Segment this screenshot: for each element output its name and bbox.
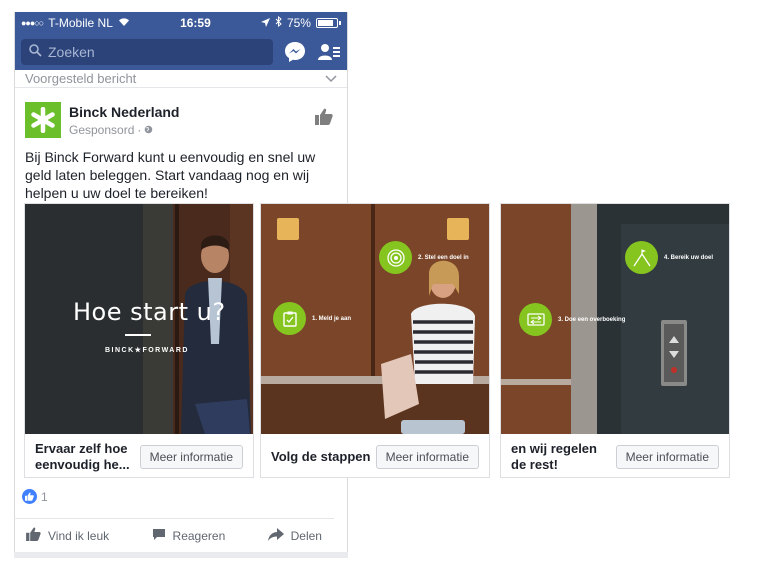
wifi-icon	[118, 16, 130, 30]
step-label: 1. Meld je aan	[312, 315, 352, 322]
card-overlay-brand: BINCK★FORWARD	[105, 347, 189, 354]
signal-strength: ●●●○○	[21, 18, 44, 28]
card-headline[interactable]: Volg de stappen	[271, 449, 371, 465]
share-arrow-icon	[267, 527, 284, 544]
step-label: 4. Bereik uw doel	[664, 254, 714, 261]
card-footer: Volg de stappen Meer informatie	[261, 434, 489, 477]
card-headline[interactable]: Ervaar zelf hoe eenvoudig he...	[35, 441, 135, 473]
separator-dot: ·	[137, 123, 142, 137]
carrier-name: T-Mobile NL	[48, 16, 113, 30]
search-box[interactable]	[21, 39, 273, 65]
card-footer: en wij regelen de rest! Meer informatie	[501, 434, 729, 477]
comment-label: Reageren	[172, 528, 226, 543]
status-bar: ●●●○○ T-Mobile NL 16:59 75%	[15, 12, 347, 34]
clipboard-icon	[273, 302, 306, 335]
status-time: 16:59	[180, 16, 211, 30]
step-label: 2. Stel een doel in	[418, 254, 469, 261]
top-nav-bar	[15, 34, 347, 70]
chevron-down-icon[interactable]	[325, 71, 337, 86]
learn-more-button[interactable]: Meer informatie	[139, 444, 243, 469]
suggested-label: Voorgesteld bericht	[25, 71, 137, 86]
card-image-elevator-woman[interactable]: 1. Meld je aan 2. Stel een doel in	[261, 204, 489, 434]
share-button[interactable]: Delen	[267, 527, 322, 544]
post-text: Bij Binck Forward kunt u eenvoudig en sn…	[25, 149, 316, 201]
post-action-bar: Vind ik leuk Reageren Delen	[14, 518, 334, 552]
carousel-card-1[interactable]: Hoe start u? BINCK★FORWARD Ervaar zelf h…	[24, 203, 254, 478]
comment-bubble-icon	[152, 528, 166, 544]
post-header: Binck Nederland Gesponsord ·	[15, 88, 347, 138]
card-image-elevator-man[interactable]: Hoe start u? BINCK★FORWARD	[25, 204, 253, 434]
step-label: 3. Doe een overboeking	[558, 316, 626, 323]
bluetooth-icon	[275, 15, 282, 30]
asterisk-logo-icon	[31, 107, 55, 133]
sponsored-label: Gesponsord	[69, 123, 135, 137]
globe-icon	[144, 123, 153, 137]
suggested-post-header: Voorgesteld bericht	[15, 70, 347, 88]
like-label: Vind ik leuk	[48, 528, 110, 543]
like-reaction-icon	[22, 489, 37, 504]
friend-requests-icon[interactable]	[317, 40, 341, 64]
card-image-elevator-panel[interactable]: 3. Doe een overboeking 4. Bereik uw doel	[501, 204, 729, 434]
learn-more-button[interactable]: Meer informatie	[375, 444, 479, 469]
card-overlay-title: Hoe start u?	[73, 298, 226, 326]
carousel-card-2[interactable]: 1. Meld je aan 2. Stel een doel in Volg …	[260, 203, 490, 478]
page-name[interactable]: Binck Nederland	[69, 104, 179, 120]
card-footer: Ervaar zelf hoe eenvoudig he... Meer inf…	[25, 434, 253, 477]
share-label: Delen	[290, 528, 322, 543]
comment-button[interactable]: Reageren	[152, 528, 226, 544]
overlay-divider	[125, 334, 151, 336]
messenger-icon[interactable]	[283, 40, 307, 64]
search-input[interactable]	[48, 44, 248, 60]
like-button[interactable]: Vind ik leuk	[26, 527, 109, 544]
reaction-count: 1	[41, 489, 48, 504]
feed-divider	[14, 552, 348, 558]
summit-flag-icon	[625, 241, 658, 274]
reaction-summary[interactable]: 1	[22, 489, 48, 504]
page-avatar[interactable]	[25, 102, 61, 138]
transfer-icon	[519, 303, 552, 336]
search-icon	[29, 44, 42, 60]
thumbs-up-icon	[26, 527, 41, 544]
card-headline[interactable]: en wij regelen de rest!	[511, 441, 611, 473]
like-page-thumb-icon[interactable]	[315, 108, 333, 130]
battery-percentage: 75%	[286, 16, 311, 30]
learn-more-button[interactable]: Meer informatie	[615, 444, 719, 469]
carousel-card-3[interactable]: 3. Doe een overboeking 4. Bereik uw doel…	[500, 203, 730, 478]
location-icon	[260, 16, 270, 30]
battery-icon	[315, 18, 338, 28]
target-icon	[379, 241, 412, 274]
